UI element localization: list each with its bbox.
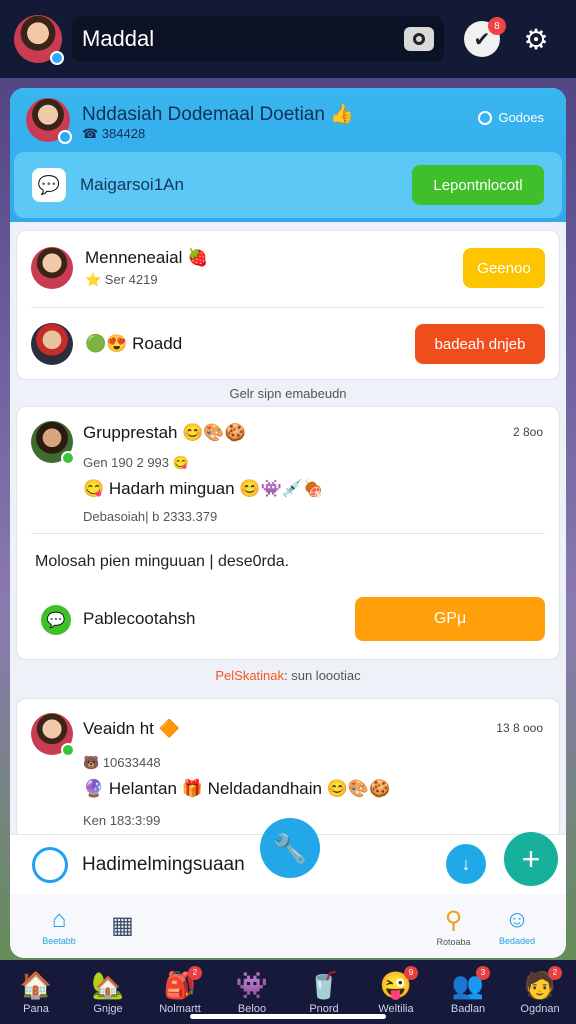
dock-item[interactable]: 👥 3 Badlan bbox=[436, 965, 500, 1015]
request-name: Menneneaial 🍓 bbox=[85, 248, 209, 267]
request-decline-button[interactable]: badeah dnjeb bbox=[415, 324, 545, 364]
post-sub: Gen 190 2 993 😋 bbox=[83, 455, 189, 470]
check-icon[interactable]: ✔ 8 bbox=[464, 17, 506, 57]
post-body: Molosah pien minguuan | dese0rda. bbox=[35, 553, 290, 570]
chat-bubble-icon bbox=[32, 846, 68, 883]
dock-item[interactable]: 🥤 Pnord bbox=[292, 970, 356, 1015]
post-author: Veaidn ht 🔶 bbox=[83, 719, 180, 738]
status-ring-icon bbox=[478, 110, 493, 125]
dock-label: Ogdnan bbox=[520, 1002, 560, 1015]
dock-item[interactable]: 🧑 2 Ogdnan bbox=[508, 965, 572, 1015]
dock-item[interactable]: 👾 Beloo bbox=[220, 970, 284, 1015]
main-panel: Nddasiah Dodemaal Doetian 👍 ☎ 384428 God… bbox=[10, 88, 566, 958]
post-action-button[interactable]: GPμ bbox=[355, 597, 545, 641]
tab-bar: ⌂ Beetabb ▦ ⚲ Rotoaba ☺ Bedaded bbox=[10, 894, 566, 958]
dock-item[interactable]: 😜 9 Weltilia bbox=[364, 965, 428, 1015]
profile-name: Nddasiah Dodemaal Doetian 👍 bbox=[82, 104, 354, 125]
dock-label: Gnjge bbox=[93, 1002, 123, 1015]
section-label: Gelr sipn emabeudn bbox=[229, 386, 347, 401]
profile-phone: ☎ 384428 bbox=[82, 126, 146, 141]
post-sub: 🐻 10633448 bbox=[83, 755, 161, 770]
online-badge bbox=[61, 743, 75, 757]
dock-label: Nolmartt bbox=[159, 1002, 201, 1015]
post-line: 😋 Hadarh minguan 😊👾💉🍖 bbox=[83, 479, 324, 498]
chat-title-box[interactable]: Maddal bbox=[72, 16, 444, 62]
requests-card: Menneneaial 🍓 ⭐ Ser 4219 Geenoo 🟢😍 Roadd… bbox=[16, 230, 560, 380]
post-time: 2 8oo bbox=[512, 425, 543, 439]
post-action-label: Pablecootahsh bbox=[83, 609, 196, 628]
home-icon: ⌂ bbox=[51, 906, 67, 933]
dock-badge: 3 bbox=[476, 965, 490, 980]
dock-icon: 🎒 bbox=[163, 969, 197, 1000]
request-row[interactable]: Menneneaial 🍓 ⭐ Ser 4219 Geenoo bbox=[17, 231, 559, 305]
dock-icon: 🥤 bbox=[307, 969, 341, 1000]
dock-icon: 🏠 bbox=[19, 969, 53, 1000]
add-button[interactable]: + bbox=[504, 832, 558, 886]
request-name: 🟢😍 Roadd bbox=[85, 334, 183, 353]
profile-status: Godoes bbox=[478, 110, 544, 125]
post-sub-2: Debasoiah| b 2333.379 bbox=[83, 509, 218, 524]
tab-label: Bedaded bbox=[498, 936, 536, 946]
user-avatar[interactable] bbox=[14, 15, 64, 65]
store-icon: ▦ bbox=[111, 911, 134, 939]
post-line: 🔮 Helantan 🎁 Neldadandhain 😊🎨🍪 bbox=[83, 779, 391, 798]
group-icon: ☺ bbox=[504, 906, 530, 933]
tab-store[interactable]: ▦ bbox=[100, 911, 146, 942]
request-avatar bbox=[31, 323, 73, 365]
app-title: Maddal bbox=[82, 26, 155, 51]
request-accept-button[interactable]: Geenoo bbox=[463, 248, 545, 288]
gear-icon[interactable]: ⚙ bbox=[518, 21, 554, 57]
post-card: Grupprestah 😊🎨🍪 2 8oo Gen 190 2 993 😋 😋 … bbox=[16, 406, 560, 660]
tab-home[interactable]: ⌂ Beetabb bbox=[36, 906, 82, 946]
section-label-2: PelSkatinak: sun loootiac bbox=[215, 668, 361, 683]
profile-avatar[interactable] bbox=[26, 98, 72, 144]
search-icon: ⚲ bbox=[444, 906, 463, 934]
request-sub: ⭐ Ser 4219 bbox=[85, 272, 158, 287]
dock-label: Beloo bbox=[237, 1002, 267, 1015]
request-avatar bbox=[31, 247, 73, 289]
tab-search[interactable]: ⚲ Rotoaba bbox=[431, 906, 477, 947]
online-badge bbox=[50, 51, 64, 65]
request-row[interactable]: 🟢😍 Roadd badeah dnjeb bbox=[17, 307, 559, 381]
camera-icon[interactable] bbox=[404, 27, 434, 51]
post-avatar[interactable] bbox=[31, 713, 75, 757]
dock-item[interactable]: 🎒 2 Nolmartt bbox=[148, 965, 212, 1015]
profile-row-label: Maigarsoi1An bbox=[80, 175, 184, 194]
dock-icon: 🧑 bbox=[523, 969, 557, 1000]
dock-icon: 👾 bbox=[235, 969, 269, 1000]
dock-badge: 2 bbox=[188, 965, 202, 980]
post-time: 13 8 ooo bbox=[496, 721, 543, 735]
top-bar: Maddal ✔ 8 ⚙ bbox=[0, 0, 576, 78]
tab-label: Beetabb bbox=[42, 936, 76, 946]
dock-badge: 9 bbox=[404, 965, 418, 980]
post-sub-2: Ken 183:3:99 bbox=[83, 813, 161, 828]
tab-label: Rotoaba bbox=[436, 936, 471, 947]
profile-action-row: 💬 Maigarsoi1An Lepontnlocotl bbox=[14, 152, 562, 218]
dock-badge: 2 bbox=[548, 965, 562, 980]
dock-label: Weltilia bbox=[378, 1002, 414, 1015]
profile-header: Nddasiah Dodemaal Doetian 👍 ☎ 384428 God… bbox=[10, 88, 566, 222]
wrench-icon[interactable]: 🔧 bbox=[260, 818, 320, 878]
compose-label: Hadimelmingsuaan bbox=[82, 853, 245, 875]
chat-icon: 💬 bbox=[32, 168, 66, 202]
dock-label: Pnord bbox=[309, 1002, 339, 1015]
dock-item[interactable]: 🏡 Gnjge bbox=[76, 970, 140, 1015]
online-badge bbox=[58, 130, 72, 144]
chat-icon: 💬 bbox=[41, 605, 71, 635]
post-avatar[interactable] bbox=[31, 421, 75, 465]
online-badge bbox=[61, 451, 75, 465]
dock-label: Badlan bbox=[450, 1002, 486, 1015]
home-indicator[interactable] bbox=[190, 1014, 386, 1019]
notification-badge: 8 bbox=[488, 17, 506, 35]
dock-icon: 🏡 bbox=[91, 969, 125, 1000]
tab-group[interactable]: ☺ Bedaded bbox=[494, 906, 540, 946]
dock-icon: 😜 bbox=[379, 969, 413, 1000]
dock-icon: 👥 bbox=[451, 969, 485, 1000]
dock-label: Pana bbox=[23, 1002, 49, 1015]
dock-item[interactable]: 🏠 Pana bbox=[4, 970, 68, 1015]
post-author: Grupprestah 😊🎨🍪 bbox=[83, 423, 246, 442]
arrow-down-icon[interactable]: ↓ bbox=[446, 844, 486, 884]
profile-action-button[interactable]: Lepontnlocotl bbox=[412, 165, 544, 205]
divider bbox=[31, 533, 545, 534]
